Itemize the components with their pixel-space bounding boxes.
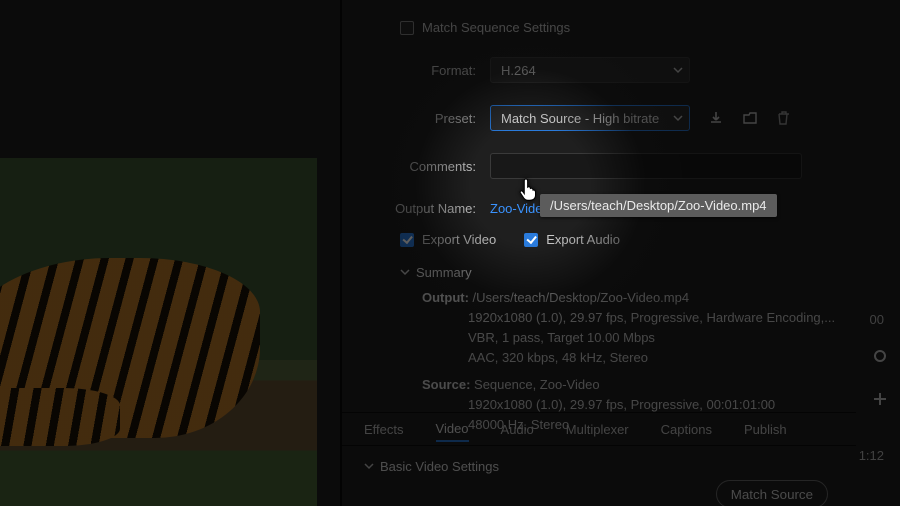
- timeline-timecode-fragment-2: 1:12: [859, 448, 884, 463]
- output-path-tooltip: /Users/teach/Desktop/Zoo-Video.mp4: [540, 194, 777, 217]
- match-sequence-label: Match Sequence Settings: [422, 20, 570, 35]
- marker-dot-icon: [874, 350, 886, 365]
- source-preview: [0, 158, 317, 506]
- summary-output-line2: 1920x1080 (1.0), 29.97 fps, Progressive,…: [422, 308, 842, 328]
- export-tabs: Effects Video Audio Multiplexer Captions…: [342, 412, 856, 446]
- match-sequence-checkbox[interactable]: Match Sequence Settings: [400, 20, 570, 35]
- delete-preset-button[interactable]: [774, 108, 794, 128]
- format-value: H.264: [501, 63, 536, 78]
- match-source-button[interactable]: Match Source: [716, 480, 828, 506]
- basic-video-title: Basic Video Settings: [380, 459, 499, 474]
- save-preset-button[interactable]: [706, 108, 726, 128]
- tab-multiplexer[interactable]: Multiplexer: [566, 418, 629, 441]
- preset-value: Match Source - High bitrate: [501, 111, 659, 126]
- match-sequence-row: Match Sequence Settings: [358, 20, 842, 35]
- comments-row: Comments:: [358, 153, 842, 179]
- preset-label: Preset:: [358, 111, 490, 126]
- chevron-down-icon: [400, 265, 410, 280]
- summary-output-path: /Users/teach/Desktop/Zoo-Video.mp4: [473, 290, 690, 305]
- tab-audio[interactable]: Audio: [501, 418, 534, 441]
- tab-publish[interactable]: Publish: [744, 418, 787, 441]
- summary-output: Output: /Users/teach/Desktop/Zoo-Video.m…: [422, 288, 842, 369]
- export-audio-label: Export Audio: [546, 232, 620, 247]
- export-video-label: Export Video: [422, 232, 496, 247]
- chevron-down-icon: [673, 65, 683, 75]
- format-row: Format: H.264: [358, 57, 842, 83]
- preset-row: Preset: Match Source - High bitrate: [358, 105, 842, 131]
- output-name-label: Output Name:: [358, 201, 490, 216]
- format-label: Format:: [358, 63, 490, 78]
- comments-label: Comments:: [358, 159, 490, 174]
- chevron-down-icon: [673, 113, 683, 123]
- export-audio-checkbox[interactable]: Export Audio: [524, 232, 620, 247]
- preset-select[interactable]: Match Source - High bitrate: [490, 105, 690, 131]
- summary-source-label: Source:: [422, 377, 470, 392]
- preset-action-icons: [706, 108, 794, 128]
- checkbox-icon: [400, 233, 414, 247]
- basic-video-section: Basic Video Settings Match Source: [342, 455, 856, 506]
- add-marker-plus-icon[interactable]: [870, 389, 890, 409]
- summary-source-name: Sequence, Zoo-Video: [474, 377, 600, 392]
- right-gutter: [870, 300, 890, 409]
- export-settings-panel: Match Sequence Settings Format: H.264 Pr…: [342, 0, 856, 506]
- checkbox-icon: [524, 233, 538, 247]
- summary-title: Summary: [416, 265, 472, 280]
- checkbox-icon: [400, 21, 414, 35]
- summary-header[interactable]: Summary: [358, 265, 842, 280]
- export-settings-dialog: 00 1:12 Match Sequence Settings Format: …: [0, 0, 900, 506]
- import-preset-button[interactable]: [740, 108, 760, 128]
- summary-output-line4: AAC, 320 kbps, 48 kHz, Stereo: [422, 348, 842, 368]
- export-video-checkbox[interactable]: Export Video: [400, 232, 496, 247]
- export-toggles-row: Export Video Export Audio: [358, 232, 842, 247]
- cursor-pointer-icon: [518, 176, 540, 202]
- preview-subject-tiger: [0, 258, 260, 438]
- summary-output-label: Output:: [422, 290, 469, 305]
- chevron-down-icon: [364, 459, 374, 474]
- tab-captions[interactable]: Captions: [661, 418, 712, 441]
- basic-video-header[interactable]: Basic Video Settings: [364, 459, 834, 474]
- tab-video[interactable]: Video: [436, 417, 469, 442]
- format-select[interactable]: H.264: [490, 57, 690, 83]
- summary-output-line3: VBR, 1 pass, Target 10.00 Mbps: [422, 328, 842, 348]
- tab-effects[interactable]: Effects: [364, 418, 404, 441]
- summary-section: Summary Output: /Users/teach/Desktop/Zoo…: [358, 265, 842, 435]
